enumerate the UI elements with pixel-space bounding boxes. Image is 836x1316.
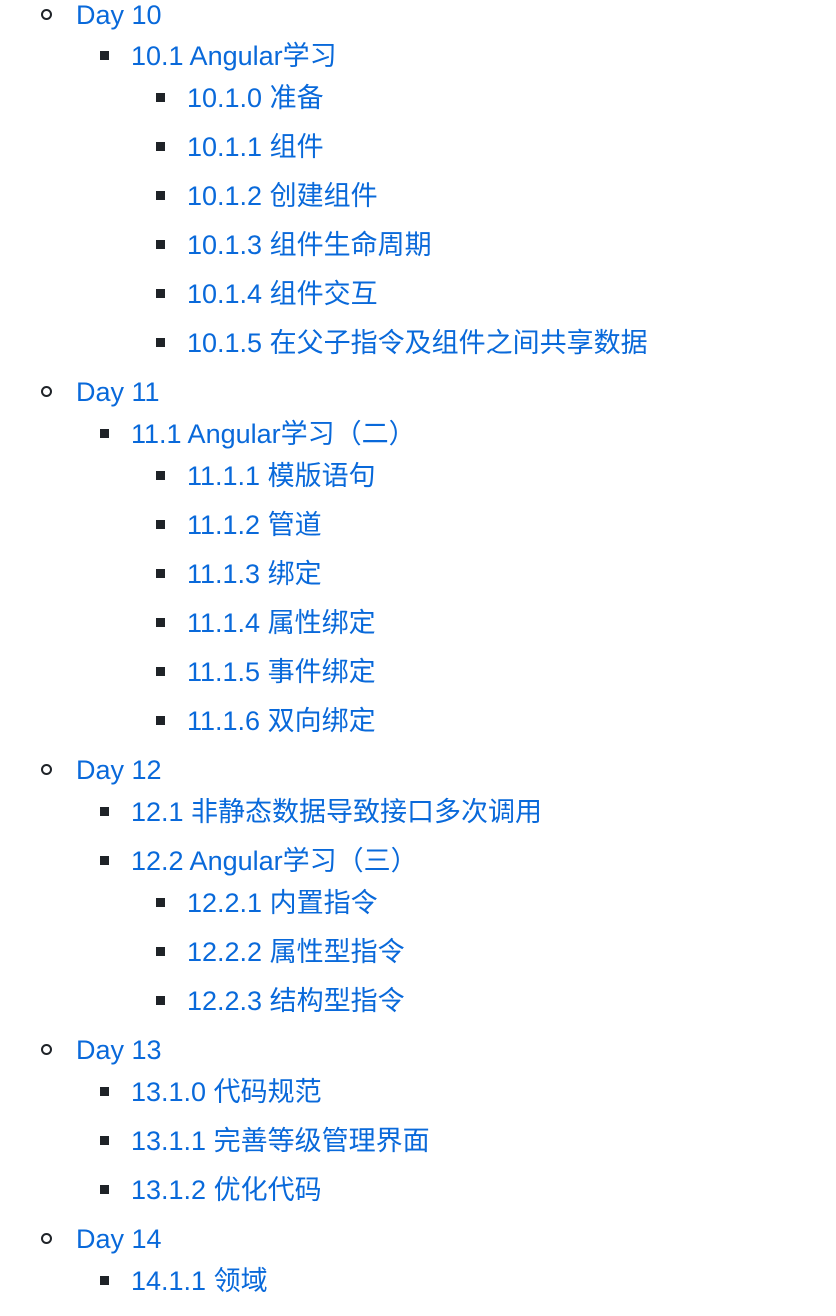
- square-bullet-icon: [156, 93, 165, 102]
- toc-link[interactable]: 10.1.5 在父子指令及组件之间共享数据: [187, 325, 648, 361]
- toc-link[interactable]: 13.1.2 优化代码: [131, 1172, 322, 1208]
- toc-link[interactable]: 11.1.5 事件绑定: [187, 654, 376, 690]
- toc-link[interactable]: 12.1 非静态数据导致接口多次调用: [131, 794, 542, 830]
- toc-link[interactable]: 11.1.6 双向绑定: [187, 703, 376, 739]
- toc-link[interactable]: 14.1.1 领域: [131, 1263, 268, 1299]
- toc-link[interactable]: Day 12: [76, 752, 162, 788]
- toc-link[interactable]: 10.1.3 组件生命周期: [187, 227, 432, 263]
- toc-link[interactable]: Day 10: [76, 0, 162, 33]
- toc-link[interactable]: 12.2.1 内置指令: [187, 885, 378, 921]
- square-bullet-icon: [100, 1087, 109, 1096]
- square-bullet-icon: [156, 667, 165, 676]
- toc-link[interactable]: 11.1.1 模版语句: [187, 458, 376, 494]
- toc-link[interactable]: 12.2.2 属性型指令: [187, 934, 405, 970]
- toc-link[interactable]: Day 13: [76, 1032, 162, 1068]
- square-bullet-icon: [156, 471, 165, 480]
- square-bullet-icon: [156, 142, 165, 151]
- toc-link[interactable]: 11.1 Angular学习（二）: [131, 416, 416, 452]
- square-bullet-icon: [156, 289, 165, 298]
- toc-link[interactable]: 13.1.0 代码规范: [131, 1074, 322, 1110]
- square-bullet-icon: [100, 856, 109, 865]
- toc-link[interactable]: 10.1.2 创建组件: [187, 178, 378, 214]
- toc-link[interactable]: 10.1.0 准备: [187, 80, 324, 116]
- toc-link[interactable]: 12.2 Angular学习（三）: [131, 843, 418, 879]
- square-bullet-icon: [156, 191, 165, 200]
- toc-link[interactable]: 10.1.4 组件交互: [187, 276, 378, 312]
- circle-bullet-icon: [41, 1044, 52, 1055]
- circle-bullet-icon: [41, 386, 52, 397]
- square-bullet-icon: [100, 1136, 109, 1145]
- circle-bullet-icon: [41, 1233, 52, 1244]
- toc-link[interactable]: 11.1.2 管道: [187, 507, 322, 543]
- square-bullet-icon: [156, 947, 165, 956]
- square-bullet-icon: [156, 618, 165, 627]
- toc-link[interactable]: 11.1.3 绑定: [187, 556, 322, 592]
- toc-link[interactable]: 13.1.1 完善等级管理界面: [131, 1123, 430, 1159]
- square-bullet-icon: [100, 1185, 109, 1194]
- square-bullet-icon: [100, 429, 109, 438]
- square-bullet-icon: [100, 51, 109, 60]
- table-of-contents: Day 10 10.1 Angular学习 10.1.0 准备 10.1.1 组…: [0, 0, 836, 1316]
- toc-link[interactable]: 10.1.1 组件: [187, 129, 324, 165]
- toc-link[interactable]: 11.1.4 属性绑定: [187, 605, 376, 641]
- square-bullet-icon: [156, 996, 165, 1005]
- square-bullet-icon: [156, 898, 165, 907]
- toc-link[interactable]: Day 11: [76, 374, 160, 410]
- square-bullet-icon: [156, 240, 165, 249]
- square-bullet-icon: [156, 569, 165, 578]
- square-bullet-icon: [156, 338, 165, 347]
- circle-bullet-icon: [41, 764, 52, 775]
- square-bullet-icon: [156, 716, 165, 725]
- toc-link[interactable]: 12.2.3 结构型指令: [187, 983, 405, 1019]
- toc-link[interactable]: Day 14: [76, 1221, 162, 1257]
- circle-bullet-icon: [41, 9, 52, 20]
- square-bullet-icon: [100, 807, 109, 816]
- square-bullet-icon: [100, 1276, 109, 1285]
- toc-link[interactable]: 10.1 Angular学习: [131, 38, 337, 74]
- square-bullet-icon: [156, 520, 165, 529]
